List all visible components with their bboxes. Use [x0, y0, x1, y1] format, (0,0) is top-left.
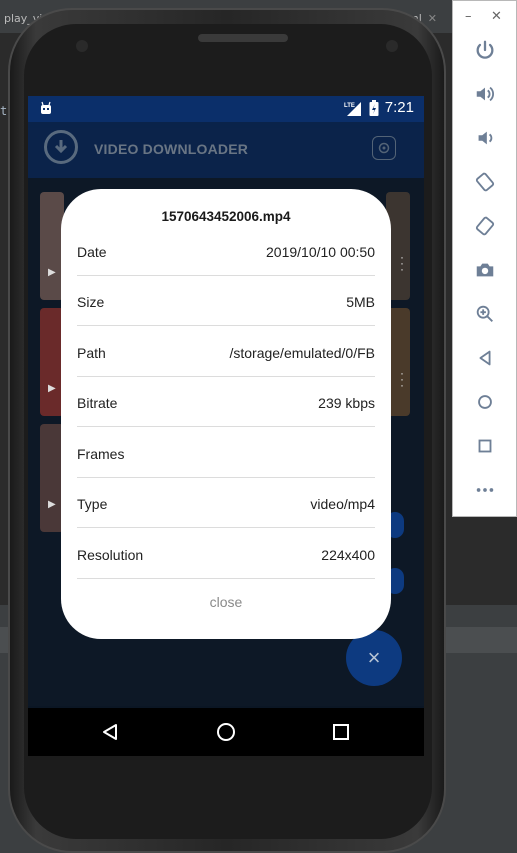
speaker-grille — [198, 34, 288, 42]
info-value: /storage/emulated/0/FB — [229, 345, 375, 361]
settings-button[interactable] — [372, 136, 396, 160]
home-button[interactable] — [471, 388, 499, 416]
back-button[interactable] — [471, 344, 499, 372]
network-type: LTE — [344, 103, 355, 109]
overview-icon — [333, 724, 349, 740]
close-button[interactable]: close — [61, 594, 391, 610]
signal-icon: LTE — [344, 101, 361, 116]
info-row-frames: Frames — [77, 428, 375, 478]
nav-overview-button[interactable] — [330, 721, 352, 743]
more-icon — [476, 488, 494, 492]
info-label: Path — [77, 345, 106, 361]
zoom-button[interactable] — [471, 300, 499, 328]
power-button[interactable] — [471, 36, 499, 64]
play-icon: ▶ — [48, 499, 56, 510]
volume-up-icon — [476, 86, 494, 102]
info-value: 239 kbps — [318, 395, 375, 411]
play-icon: ▶ — [48, 267, 56, 278]
file-info-dialog: 1570643452006.mp4 Date 2019/10/10 00:50 … — [61, 189, 391, 639]
gear-icon — [378, 142, 390, 154]
close-icon: × — [367, 645, 381, 670]
close-icon[interactable]: ✕ — [428, 12, 437, 25]
ide-code-fragment: t — [0, 104, 8, 118]
battery-icon — [369, 99, 379, 116]
more-vert-icon[interactable]: · · · — [400, 251, 404, 275]
info-row-size: Size 5MB — [77, 276, 375, 326]
emulator-toolbar: – ✕ — [452, 0, 517, 517]
front-camera — [76, 40, 88, 52]
more-vert-icon[interactable]: · · · — [400, 367, 404, 391]
volume-down-icon — [478, 131, 493, 145]
close-button[interactable]: ✕ — [491, 9, 502, 24]
more-button[interactable] — [471, 476, 499, 504]
app-bar: VIDEO DOWNLOADER — [28, 122, 424, 178]
status-bar: LTE 7:21 — [28, 96, 424, 122]
rotate-left-icon — [475, 172, 495, 192]
info-row-type: Type video/mp4 — [77, 478, 375, 528]
volume-up-button[interactable] — [471, 80, 499, 108]
download-icon — [44, 130, 78, 164]
navigation-bar — [28, 708, 424, 756]
stage: play_vid✕ ml✕ t – ✕ — [0, 0, 517, 853]
overview-button[interactable] — [471, 432, 499, 460]
back-icon — [103, 724, 117, 740]
app-title: VIDEO DOWNLOADER — [94, 141, 249, 157]
play-icon: ▶ — [48, 383, 56, 394]
overview-icon — [478, 439, 492, 453]
info-value: 224x400 — [321, 547, 375, 563]
info-row-date: Date 2019/10/10 00:50 — [77, 226, 375, 276]
info-value: video/mp4 — [310, 496, 375, 512]
info-label: Frames — [77, 446, 125, 462]
info-value: 5MB — [346, 294, 375, 310]
rotate-left-button[interactable] — [471, 168, 499, 196]
info-label: Type — [77, 496, 108, 512]
info-row-resolution: Resolution 224x400 — [77, 529, 375, 579]
nav-back-button[interactable] — [99, 721, 121, 743]
proximity-sensor — [386, 40, 398, 52]
home-icon — [478, 395, 492, 409]
info-row-bitrate: Bitrate 239 kbps — [77, 377, 375, 427]
status-icons: LTE 7:21 — [343, 99, 414, 116]
power-icon — [476, 40, 494, 59]
rotate-right-button[interactable] — [471, 212, 499, 240]
dialog-title: 1570643452006.mp4 — [161, 209, 291, 224]
info-label: Size — [77, 294, 105, 310]
android-notification-icon — [41, 101, 51, 114]
screenshot-button[interactable] — [471, 256, 499, 284]
zoom-icon — [476, 305, 493, 322]
volume-down-button[interactable] — [471, 124, 499, 152]
info-label: Date — [77, 244, 107, 260]
camera-icon — [476, 263, 494, 277]
status-time: 7:21 — [384, 99, 414, 116]
info-value: 2019/10/10 00:50 — [266, 244, 375, 260]
info-label: Resolution — [77, 547, 144, 563]
back-icon — [479, 350, 491, 366]
info-row-path: Path /storage/emulated/0/FB — [77, 327, 375, 377]
info-label: Bitrate — [77, 395, 118, 411]
minimize-button[interactable]: – — [465, 9, 472, 24]
nav-home-button[interactable] — [215, 721, 237, 743]
rotate-right-icon — [475, 216, 495, 236]
home-icon — [217, 723, 235, 741]
